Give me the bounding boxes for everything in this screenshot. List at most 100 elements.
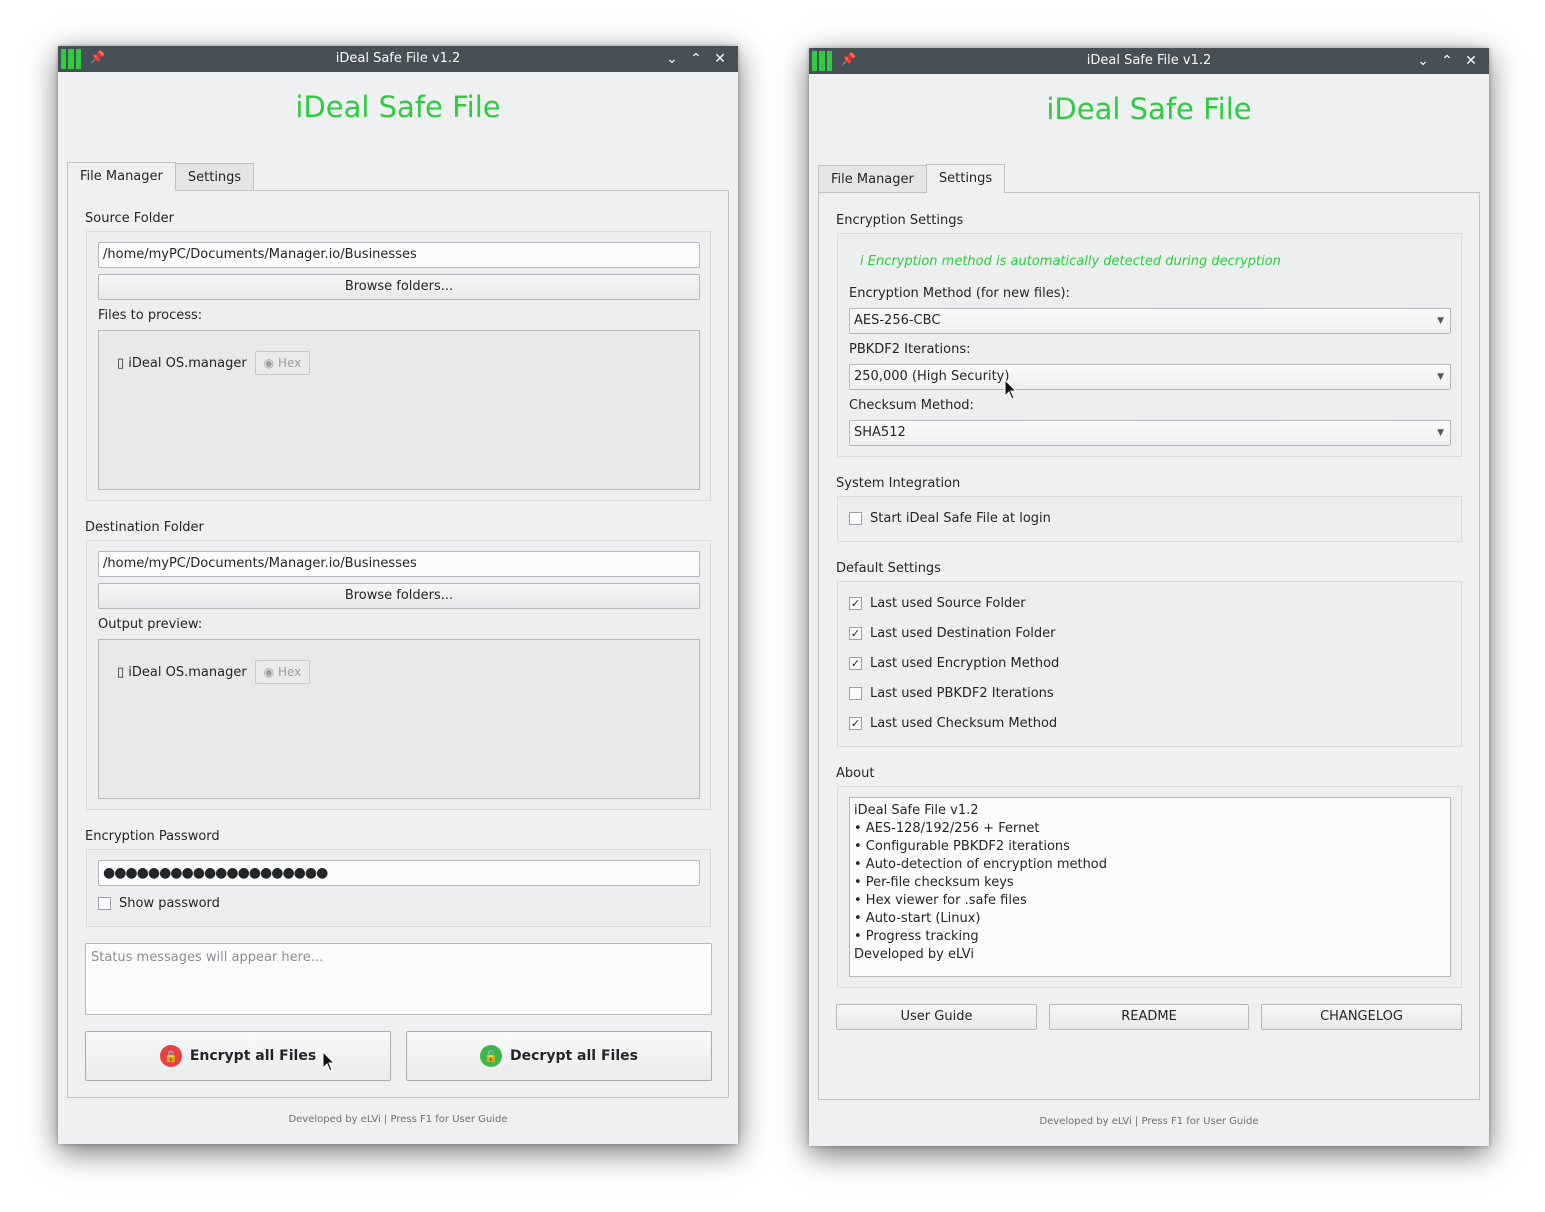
show-password-label: Show password (119, 896, 220, 911)
readme-button[interactable]: README (1049, 1004, 1249, 1030)
hex-view-button[interactable]: ◉ Hex (254, 660, 311, 684)
password-label: Encryption Password (85, 829, 220, 844)
minimize-icon[interactable]: ⌄ (662, 49, 682, 69)
encrypt-all-button[interactable]: 🔒 Encrypt all Files (85, 1031, 391, 1081)
file-manager-panel: Source Folder /home/myPC/Documents/Manag… (67, 190, 729, 1098)
lock-open-icon: 🔓 (480, 1045, 503, 1067)
pbkdf2-iterations-select[interactable]: 250,000 (High Security) ▼ (849, 364, 1451, 390)
checkbox-label: Last used Source Folder (870, 596, 1026, 611)
show-password-checkbox[interactable]: Show password (98, 896, 220, 911)
encryption-method-select[interactable]: AES-256-CBC ▼ (849, 308, 1451, 334)
window-file-manager: 📌 iDeal Safe File v1.2 ⌄ ⌃ ✕ iDeal Safe … (58, 46, 738, 1144)
mouse-cursor-icon (1004, 378, 1018, 400)
source-folder-group: /home/myPC/Documents/Manager.io/Business… (86, 231, 711, 501)
about-text-box[interactable]: iDeal Safe File v1.2 • AES-128/192/256 +… (849, 797, 1451, 977)
changelog-button[interactable]: CHANGELOG (1261, 1004, 1462, 1030)
maximize-icon[interactable]: ⌃ (1437, 51, 1457, 71)
pbkdf2-iterations-label: PBKDF2 Iterations: (849, 342, 971, 357)
footer-text: Developed by eLVi | Press F1 for User Gu… (1039, 1116, 1259, 1127)
titlebar[interactable]: 📌 iDeal Safe File v1.2 ⌄ ⌃ ✕ (809, 48, 1489, 74)
default-checksum-method-checkbox[interactable]: ✓ Last used Checksum Method (849, 716, 1057, 731)
files-to-process-list[interactable]: ▯ iDeal OS.manager ◉ Hex (98, 330, 700, 490)
footer-text: Developed by eLVi | Press F1 for User Gu… (288, 1114, 508, 1125)
password-input[interactable]: ●●●●●●●●●●●●●●●●●●●● (98, 860, 700, 886)
hex-view-button[interactable]: ◉ Hex (254, 351, 311, 375)
list-item[interactable]: ▯ iDeal OS.manager ◉ Hex (117, 660, 311, 684)
settings-panel: Encryption Settings i Encryption method … (818, 192, 1480, 1100)
decrypt-all-label: Decrypt all Files (510, 1048, 638, 1064)
app-title: iDeal Safe File (1046, 92, 1252, 126)
lock-closed-icon: 🔒 (159, 1045, 182, 1067)
encrypt-all-label: Encrypt all Files (189, 1048, 317, 1064)
output-preview-list[interactable]: ▯ iDeal OS.manager ◉ Hex (98, 639, 700, 799)
encryption-method-value: AES-256-CBC (854, 313, 941, 328)
source-browse-button[interactable]: Browse folders... (98, 274, 700, 300)
destination-folder-label: Destination Folder (85, 520, 204, 535)
mouse-cursor-icon (322, 1050, 336, 1072)
about-line: iDeal Safe File v1.2 (854, 803, 979, 818)
encryption-info-text: i Encryption method is automatically det… (860, 254, 1281, 269)
window-title: iDeal Safe File v1.2 (1086, 53, 1212, 68)
tab-bar: File Manager Settings (818, 164, 1006, 193)
checkbox-box[interactable]: ✓ (849, 717, 862, 730)
close-icon[interactable]: ✕ (710, 49, 730, 69)
about-line: • Progress tracking (854, 929, 979, 944)
tab-file-manager[interactable]: File Manager (818, 165, 927, 193)
default-pbkdf2-iterations-checkbox[interactable]: Last used PBKDF2 Iterations (849, 686, 1054, 701)
about-line: • Hex viewer for .safe files (854, 893, 1027, 908)
tab-file-manager[interactable]: File Manager (67, 162, 176, 191)
file-item-label: ▯ iDeal OS.manager (117, 355, 247, 371)
default-encryption-method-checkbox[interactable]: ✓ Last used Encryption Method (849, 656, 1059, 671)
file-item-label: ▯ iDeal OS.manager (117, 664, 247, 680)
app-title: iDeal Safe File (295, 90, 501, 124)
list-item[interactable]: ▯ iDeal OS.manager ◉ Hex (117, 351, 311, 375)
checkbox-label: Last used Destination Folder (870, 626, 1056, 641)
source-folder-label: Source Folder (85, 211, 174, 226)
output-preview-label: Output preview: (98, 617, 203, 632)
titlebar[interactable]: 📌 iDeal Safe File v1.2 ⌄ ⌃ ✕ (58, 46, 738, 72)
checkbox-label: Last used Encryption Method (870, 656, 1060, 671)
checksum-method-value: SHA512 (854, 425, 906, 440)
checkbox-label: Last used PBKDF2 Iterations (870, 686, 1054, 701)
about-label: About (836, 766, 875, 781)
checkbox-box[interactable] (849, 512, 862, 525)
chevron-down-icon: ▼ (1437, 372, 1444, 382)
status-messages-area[interactable]: Status messages will appear here... (85, 943, 712, 1015)
checkbox-box[interactable] (849, 687, 862, 700)
maximize-icon[interactable]: ⌃ (686, 49, 706, 69)
close-icon[interactable]: ✕ (1461, 51, 1481, 71)
window-settings: 📌 iDeal Safe File v1.2 ⌄ ⌃ ✕ iDeal Safe … (809, 48, 1489, 1146)
tab-settings[interactable]: Settings (925, 164, 1006, 193)
checkbox-box[interactable]: ✓ (849, 657, 862, 670)
checksum-method-select[interactable]: SHA512 ▼ (849, 420, 1451, 446)
about-line: • Configurable PBKDF2 iterations (854, 839, 1070, 854)
checkbox-box[interactable]: ✓ (849, 597, 862, 610)
chevron-down-icon: ▼ (1437, 428, 1444, 438)
destination-folder-group: /home/myPC/Documents/Manager.io/Business… (86, 540, 711, 810)
source-path-input[interactable]: /home/myPC/Documents/Manager.io/Business… (98, 242, 700, 268)
encryption-method-label: Encryption Method (for new files): (849, 286, 1070, 301)
checkbox-box[interactable] (98, 897, 111, 910)
tab-settings[interactable]: Settings (174, 163, 255, 191)
about-line: • AES-128/192/256 + Fernet (854, 821, 1040, 836)
encryption-settings-group: i Encryption method is automatically det… (837, 233, 1462, 457)
destination-path-input[interactable]: /home/myPC/Documents/Manager.io/Business… (98, 551, 700, 577)
default-destination-folder-checkbox[interactable]: ✓ Last used Destination Folder (849, 626, 1056, 641)
checkbox-box[interactable]: ✓ (849, 627, 862, 640)
default-settings-group: ✓ Last used Source Folder ✓ Last used De… (837, 581, 1462, 747)
checkbox-label: Last used Checksum Method (870, 716, 1058, 731)
decrypt-all-button[interactable]: 🔓 Decrypt all Files (406, 1031, 712, 1081)
about-line: Developed by eLVi (854, 947, 975, 962)
minimize-icon[interactable]: ⌄ (1413, 51, 1433, 71)
password-group: ●●●●●●●●●●●●●●●●●●●● Show password (86, 849, 711, 927)
user-guide-button[interactable]: User Guide (836, 1004, 1037, 1030)
about-line: • Auto-start (Linux) (854, 911, 981, 926)
autostart-checkbox[interactable]: Start iDeal Safe File at login (849, 511, 1051, 526)
chevron-down-icon: ▼ (1437, 316, 1444, 326)
destination-browse-button[interactable]: Browse folders... (98, 583, 700, 609)
autostart-label: Start iDeal Safe File at login (870, 511, 1051, 526)
about-line: • Auto-detection of encryption method (854, 857, 1108, 872)
pbkdf2-iterations-value: 250,000 (High Security) (854, 369, 1010, 384)
files-to-process-label: Files to process: (98, 308, 203, 323)
default-source-folder-checkbox[interactable]: ✓ Last used Source Folder (849, 596, 1026, 611)
